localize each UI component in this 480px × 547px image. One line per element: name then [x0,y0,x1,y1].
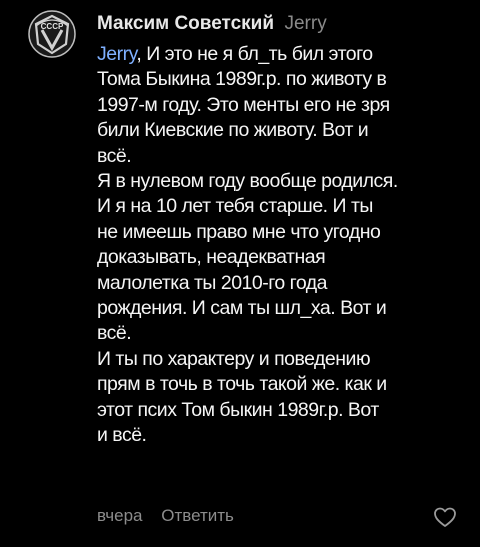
comment-line: рождения. И сам ты шл_ха. Вот и [97,297,387,320]
comment-line: прям в точь в точь такой же. как и [97,373,387,396]
comment-line: били Киевские по животу. Вот и [97,119,369,142]
reply-to-name[interactable]: Jerry [284,13,326,34]
author-name[interactable]: Максим Советский [97,13,274,34]
comment-line: Тома Быкина 1989г.р. по животу в [97,68,387,91]
comment-line: всё. [97,322,132,345]
mention-link[interactable]: Jerry [97,43,137,65]
comment-line: всё. [97,144,132,167]
comment-line: малолетка ты 2010-го года [97,271,328,294]
comment-line: не имеешь право мне что угодно [97,220,381,243]
comment-line: этот псих Том быкин 1989г.р. Вот [97,398,379,421]
timestamp: вчера [97,506,143,525]
comment-line: Jerry, И это не я бл_ть бил этого [97,42,467,67]
comment-line: И ты по характеру и поведению [97,347,371,370]
comment-content: Максим Советский Jerry Jerry, И это не я… [97,11,467,449]
comment-text: Jerry, И это не я бл_ть бил этого Тома Б… [97,42,467,449]
comment-line: Я в нулевом году вообще родился. [97,170,398,193]
reply-button[interactable]: Ответить [161,506,234,525]
comment-line: 1997-м году. Это менты его не зря [97,93,390,116]
comment-footer: вчера Ответить [97,505,234,527]
heart-outline-icon [434,507,456,527]
ussr-quality-mark-icon: СССР [28,10,76,58]
avatar-text: СССР [41,22,64,31]
comment-header: Максим Советский Jerry [97,11,467,37]
comment-first-line: , И это не я бл_ть бил этого [136,43,373,65]
like-button[interactable] [433,506,457,528]
comment: СССР Максим Советский Jerry Jerry, И это… [0,0,480,547]
avatar[interactable]: СССР [28,10,76,58]
comment-line: и всё. [97,424,147,447]
comment-line: И я на 10 лет тебя старше. И ты [97,195,373,218]
comment-line: доказывать, неадекватная [97,246,326,269]
